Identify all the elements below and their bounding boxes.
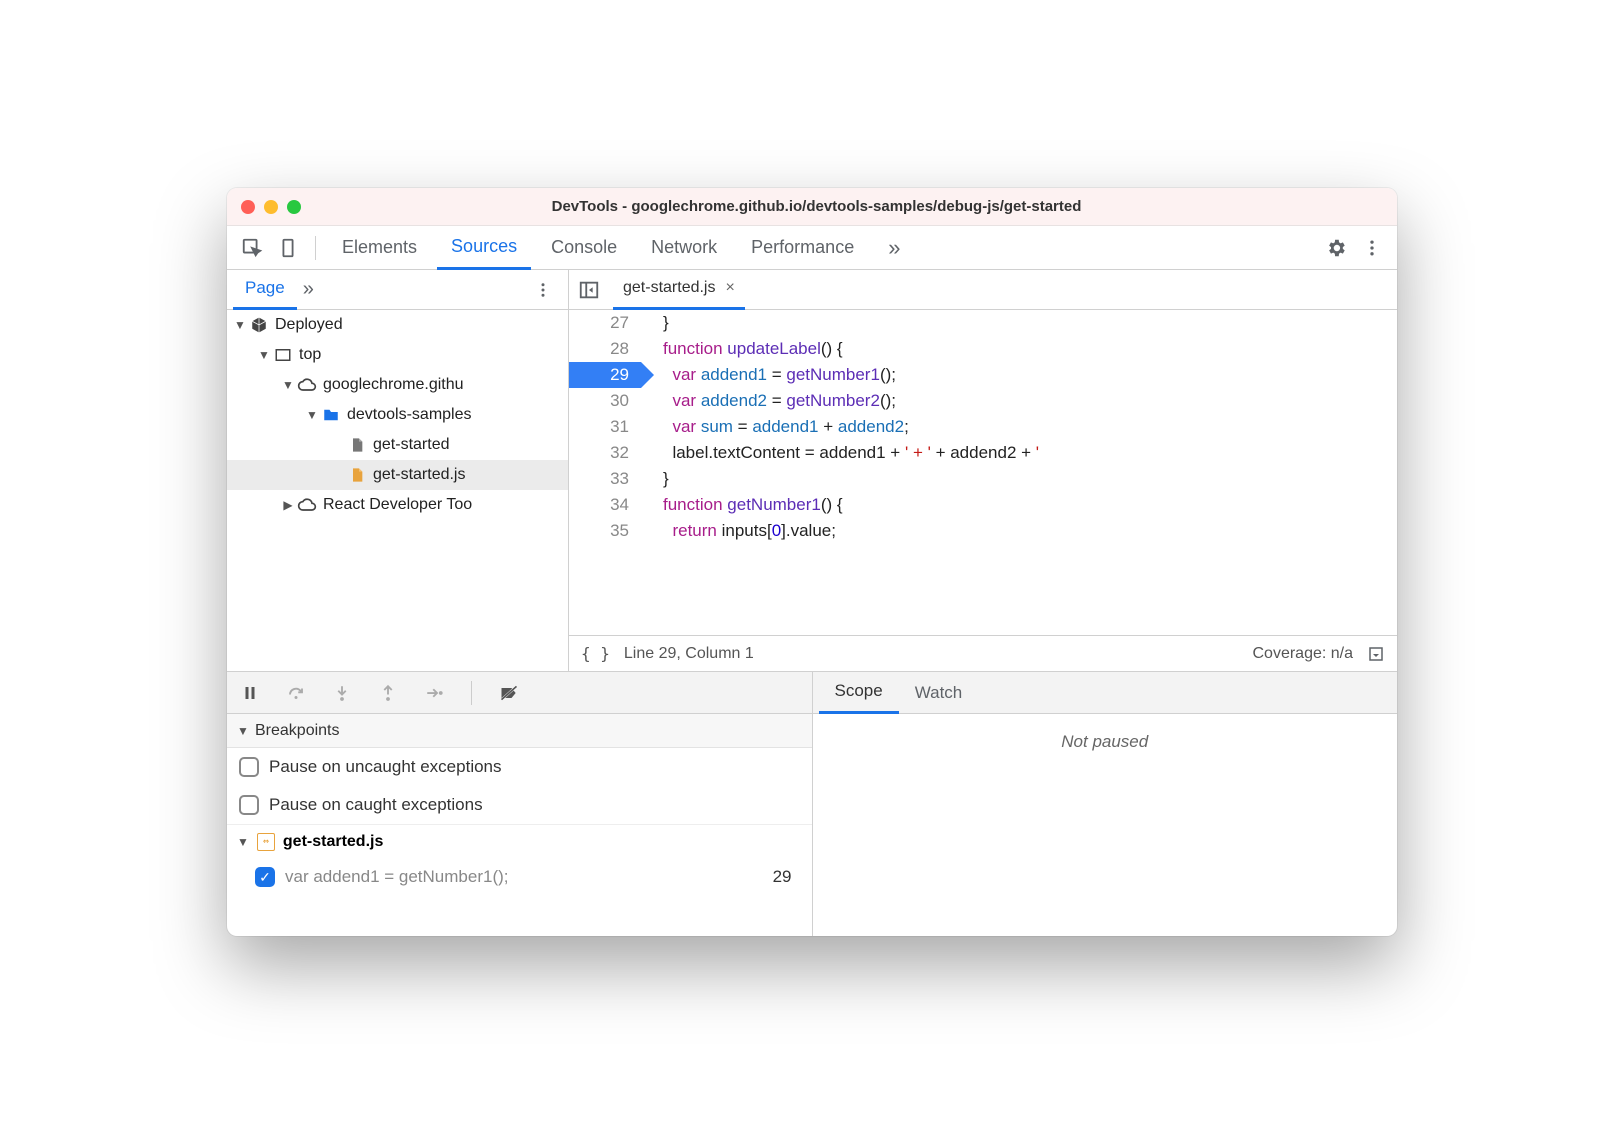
pretty-print-icon[interactable]: { } — [581, 644, 610, 663]
frame-icon — [273, 345, 293, 365]
tree-node-deployed[interactable]: ▼ Deployed — [227, 310, 568, 340]
deactivate-breakpoints-icon[interactable] — [496, 680, 522, 706]
navigator-tabs: Page » — [227, 270, 568, 310]
checkbox-checked[interactable]: ✓ — [255, 867, 275, 887]
editor-statusbar: { } Line 29, Column 1 Coverage: n/a — [569, 635, 1397, 671]
editor-tab[interactable]: get-started.js × — [613, 270, 745, 310]
not-paused-message: Not paused — [1061, 732, 1148, 752]
tree-label: Deployed — [275, 316, 343, 334]
kebab-menu-icon[interactable] — [1357, 233, 1387, 263]
breakpoint-entry[interactable]: ✓ var addend1 = getNumber1(); 29 — [227, 858, 812, 896]
folder-icon — [321, 405, 341, 425]
file-tree: ▼ Deployed ▼ top ▼ googlechrome.githu — [227, 310, 568, 671]
nav-kebab-icon[interactable] — [524, 281, 562, 299]
breakpoint-code: var addend1 = getNumber1(); — [285, 867, 509, 887]
nav-tab-page[interactable]: Page — [233, 270, 297, 310]
source-text[interactable]: }function updateLabel() { var addend1 = … — [641, 310, 1397, 635]
close-tab-icon[interactable]: × — [725, 279, 734, 297]
breakpoint-file-header[interactable]: ▼ ⇔ get-started.js — [227, 824, 812, 858]
cloud-icon — [297, 495, 317, 515]
scope-body: Not paused — [813, 714, 1398, 936]
tab-scope[interactable]: Scope — [819, 672, 899, 714]
cloud-icon — [297, 375, 317, 395]
pause-uncaught-row[interactable]: Pause on uncaught exceptions — [227, 748, 812, 786]
tab-console[interactable]: Console — [537, 226, 631, 270]
main-toolbar: Elements Sources Console Network Perform… — [227, 226, 1397, 270]
tree-label: googlechrome.githu — [323, 376, 464, 394]
row-label: Pause on uncaught exceptions — [269, 757, 502, 777]
tab-sources[interactable]: Sources — [437, 226, 531, 270]
tree-label: devtools-samples — [347, 406, 472, 424]
tabs-overflow-icon[interactable]: » — [874, 226, 914, 270]
js-badge-icon: ⇔ — [257, 833, 275, 851]
coverage-status: Coverage: n/a — [1252, 645, 1353, 663]
breakpoint-file-name: get-started.js — [283, 833, 383, 851]
tab-elements[interactable]: Elements — [328, 226, 431, 270]
cursor-position: Line 29, Column 1 — [624, 645, 754, 663]
pause-caught-row[interactable]: Pause on caught exceptions — [227, 786, 812, 824]
tab-performance[interactable]: Performance — [737, 226, 868, 270]
step-over-icon[interactable] — [283, 680, 309, 706]
tree-label: get-started.js — [373, 466, 465, 484]
minimize-button[interactable] — [264, 200, 278, 214]
nav-tabs-overflow-icon[interactable]: » — [303, 278, 314, 301]
separator — [471, 681, 472, 705]
debugger-panel: ▼ Breakpoints Pause on uncaught exceptio… — [227, 672, 1397, 936]
step-out-icon[interactable] — [375, 680, 401, 706]
debugger-controls — [227, 672, 812, 714]
tree-node-top[interactable]: ▼ top — [227, 340, 568, 370]
scope-tabs: Scope Watch — [813, 672, 1398, 714]
pause-resume-icon[interactable] — [237, 680, 263, 706]
statusbar-menu-icon[interactable] — [1367, 645, 1385, 663]
breakpoints-title: Breakpoints — [255, 722, 340, 740]
close-button[interactable] — [241, 200, 255, 214]
tab-network[interactable]: Network — [637, 226, 731, 270]
debugger-right: Scope Watch Not paused — [813, 672, 1398, 936]
checkbox-unchecked[interactable] — [239, 757, 259, 777]
tree-node-origin[interactable]: ▼ googlechrome.githu — [227, 370, 568, 400]
tree-label: React Developer Too — [323, 496, 472, 514]
tree-node-file-html[interactable]: get-started — [227, 430, 568, 460]
step-icon[interactable] — [421, 680, 447, 706]
tab-watch[interactable]: Watch — [899, 672, 979, 714]
step-into-icon[interactable] — [329, 680, 355, 706]
code-editor[interactable]: 272829303132333435 }function updateLabel… — [569, 310, 1397, 635]
navigator-panel: Page » ▼ Deployed ▼ top — [227, 270, 569, 671]
breakpoints-header[interactable]: ▼ Breakpoints — [227, 714, 812, 748]
settings-gear-icon[interactable] — [1321, 233, 1351, 263]
editor-tab-label: get-started.js — [623, 279, 715, 297]
editor-panel: get-started.js × 272829303132333435 }fun… — [569, 270, 1397, 671]
editor-tabs: get-started.js × — [569, 270, 1397, 310]
debugger-left: ▼ Breakpoints Pause on uncaught exceptio… — [227, 672, 813, 936]
window-title: DevTools - googlechrome.github.io/devtoo… — [310, 198, 1323, 215]
tree-label: get-started — [373, 436, 449, 454]
tree-label: top — [299, 346, 321, 364]
checkbox-unchecked[interactable] — [239, 795, 259, 815]
tree-node-react[interactable]: ▶ React Developer Too — [227, 490, 568, 520]
row-label: Pause on caught exceptions — [269, 795, 483, 815]
device-toggle-icon[interactable] — [273, 233, 303, 263]
separator — [315, 236, 316, 260]
inspect-element-icon[interactable] — [237, 233, 267, 263]
breakpoint-line: 29 — [773, 867, 800, 887]
tree-node-file-js[interactable]: get-started.js — [227, 460, 568, 490]
js-file-icon — [347, 465, 367, 485]
tree-node-folder[interactable]: ▼ devtools-samples — [227, 400, 568, 430]
file-icon — [347, 435, 367, 455]
line-gutter[interactable]: 272829303132333435 — [569, 310, 641, 635]
maximize-button[interactable] — [287, 200, 301, 214]
cube-icon — [249, 315, 269, 335]
devtools-window: DevTools - googlechrome.github.io/devtoo… — [227, 188, 1397, 936]
toggle-navigator-icon[interactable] — [575, 276, 603, 304]
titlebar: DevTools - googlechrome.github.io/devtoo… — [227, 188, 1397, 226]
